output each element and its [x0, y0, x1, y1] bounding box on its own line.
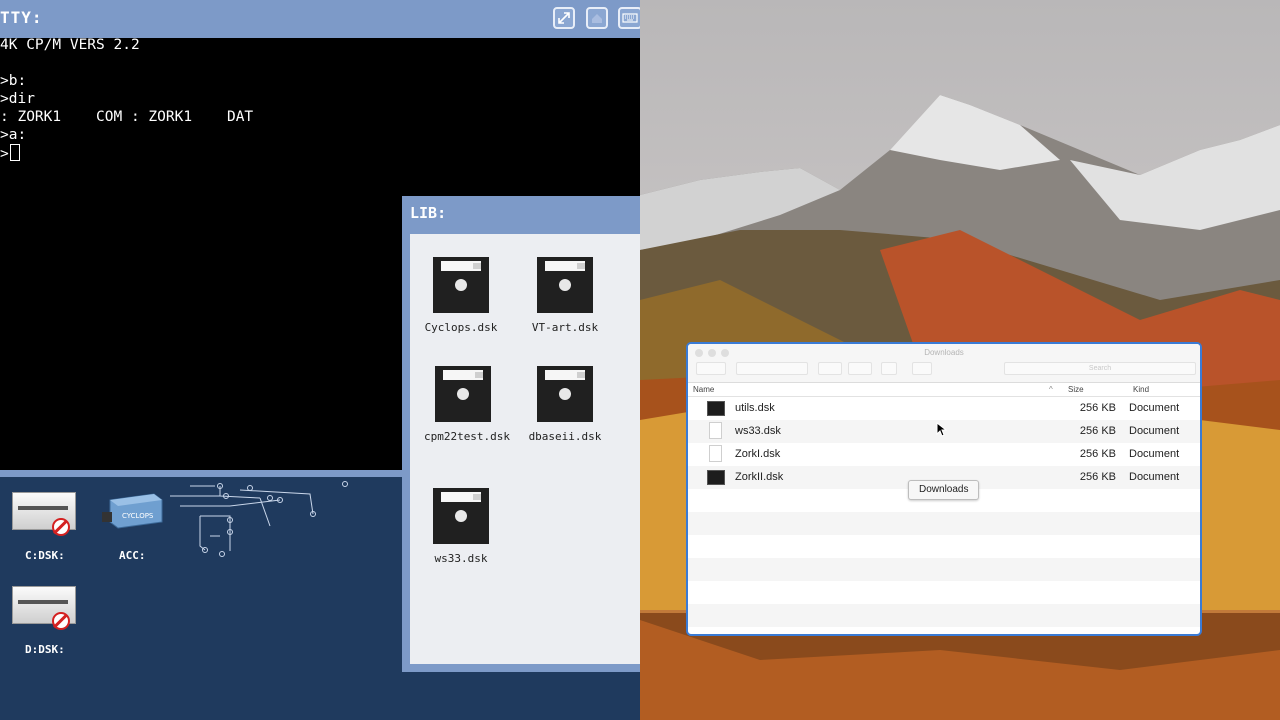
expand-icon: [558, 12, 570, 24]
no-entry-icon: [52, 612, 70, 630]
tags-button[interactable]: [912, 362, 932, 375]
emulator-pane: TTY: 4K CP/M VERS 2.2 >b: >dir : ZORK1 COM…: [0, 0, 640, 720]
disk-name: ws33.dsk: [434, 552, 488, 565]
disk-vt-art[interactable]: VT-art.dsk: [515, 257, 615, 334]
cyclops-brand: CYCLOPS: [122, 512, 154, 520]
document-icon: [709, 445, 722, 462]
disk-ws33[interactable]: ws33.dsk: [411, 488, 511, 565]
file-size: 256 KB: [1079, 448, 1116, 460]
floppy-disk-icon: [435, 366, 491, 422]
disk-cyclops[interactable]: Cyclops.dsk: [411, 257, 511, 334]
column-size[interactable]: Size: [1068, 385, 1084, 394]
action-gear-button[interactable]: [848, 362, 872, 375]
terminal-line: >dir: [0, 91, 35, 107]
back-forward-buttons[interactable]: [696, 362, 726, 375]
file-name: ZorkI.dsk: [735, 448, 781, 460]
file-name: utils.dsk: [735, 402, 775, 414]
terminal-line: >a:: [0, 127, 27, 143]
text-cursor: [9, 144, 20, 161]
floppy-disk-icon: [537, 366, 593, 422]
file-size: 256 KB: [1079, 471, 1116, 483]
floppy-disk-icon: [537, 257, 593, 313]
lib-disk-panel: Cyclops.dsk VT-art.dsk cpm22test.dsk dba…: [410, 234, 640, 664]
disk-dbaseii[interactable]: dbaseii.dsk: [515, 366, 615, 443]
home-icon: [592, 14, 602, 23]
column-kind[interactable]: Kind: [1133, 385, 1149, 394]
disk-name: dbaseii.dsk: [528, 430, 602, 443]
column-name[interactable]: Name: [693, 385, 714, 394]
terminal-line: 4K CP/M VERS 2.2: [0, 37, 140, 53]
accelerator-label: ACC:: [119, 549, 146, 562]
sort-chevron-icon: ^: [1049, 385, 1053, 394]
file-row[interactable]: utils.dsk 256 KB Document: [688, 397, 1200, 420]
terminal-line: >b:: [0, 73, 27, 89]
window-title: Downloads: [924, 348, 964, 357]
disk-name: cpm22test.dsk: [423, 430, 511, 443]
drive-c-label: C:DSK:: [25, 549, 65, 562]
no-entry-icon: [52, 518, 70, 536]
keyboard-icon: [622, 13, 638, 23]
lib-window: LIB: Cyclops.dsk VT-art.dsk cpm22test.ds…: [402, 196, 640, 672]
group-button[interactable]: [818, 362, 842, 375]
file-kind: Document: [1129, 448, 1180, 460]
file-kind: Document: [1129, 425, 1180, 437]
empty-row: [688, 535, 1200, 558]
keyboard-button[interactable]: [618, 7, 640, 29]
column-header: Name ^ Size Kind: [688, 382, 1200, 397]
terminal-line: >: [0, 144, 253, 163]
disk-cpm22test[interactable]: cpm22test.dsk: [417, 366, 517, 443]
terminal-output: 4K CP/M VERS 2.2 >b: >dir : ZORK1 COM : ZO…: [0, 36, 253, 163]
floppy-disk-icon: [433, 488, 489, 544]
file-name: ws33.dsk: [735, 425, 781, 437]
finder-toolbar: Downloads Search: [688, 344, 1200, 383]
drive-d-label: D:DSK:: [25, 643, 65, 656]
search-field[interactable]: Search: [1004, 362, 1196, 375]
tooltip: Downloads: [908, 480, 980, 500]
file-size: 256 KB: [1079, 402, 1116, 414]
view-mode-buttons[interactable]: [736, 362, 808, 375]
cyclops-accelerator-icon[interactable]: CYCLOPS: [102, 490, 164, 530]
mouse-cursor-icon: [936, 422, 948, 437]
home-button[interactable]: [586, 7, 608, 29]
share-button[interactable]: [881, 362, 897, 375]
drive-d-icon[interactable]: [12, 586, 76, 630]
empty-row: [688, 604, 1200, 627]
disk-image-icon: [707, 401, 725, 416]
disk-name: Cyclops.dsk: [424, 321, 498, 334]
file-kind: Document: [1129, 402, 1180, 414]
lib-title: LIB:: [410, 204, 447, 222]
terminal-line: : ZORK1 COM : ZORK1 DAT: [0, 109, 254, 125]
file-size: 256 KB: [1079, 425, 1116, 437]
file-name: ZorkII.dsk: [735, 471, 784, 483]
fullscreen-button[interactable]: [553, 7, 575, 29]
document-icon: [709, 422, 722, 439]
file-row[interactable]: ZorkI.dsk 256 KB Document: [688, 443, 1200, 466]
floppy-disk-icon: [433, 257, 489, 313]
empty-row: [688, 558, 1200, 581]
empty-row: [688, 581, 1200, 604]
tty-title-bar: TTY:: [0, 0, 640, 38]
circuit-diagram: [170, 481, 348, 557]
file-kind: Document: [1129, 471, 1180, 483]
disk-name: VT-art.dsk: [531, 321, 599, 334]
empty-row: [688, 512, 1200, 535]
disk-image-icon: [707, 470, 725, 485]
drive-c-icon[interactable]: [12, 492, 76, 536]
tty-title: TTY:: [0, 8, 43, 27]
